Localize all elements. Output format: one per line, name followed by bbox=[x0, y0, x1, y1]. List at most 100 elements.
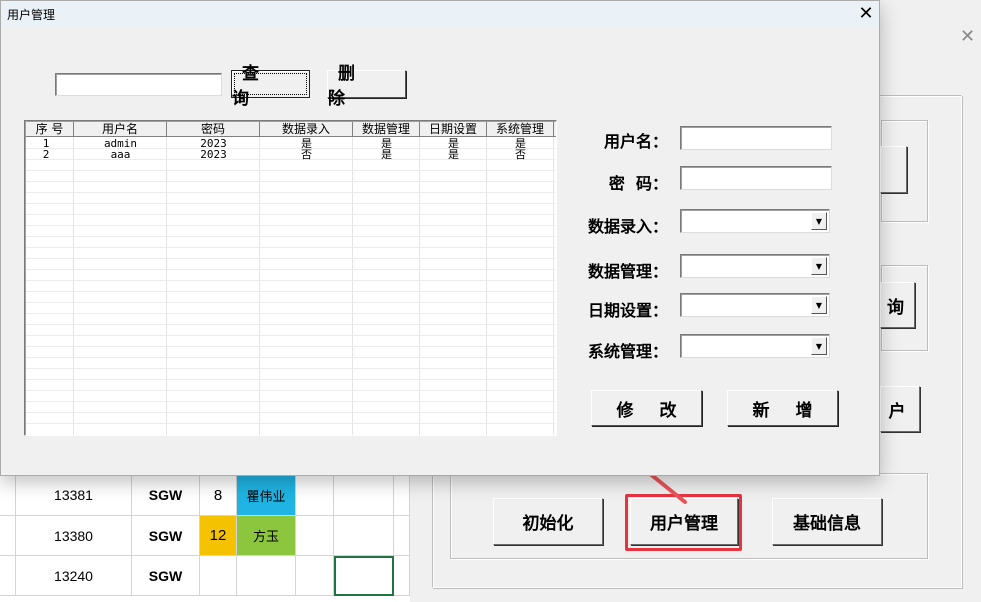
list-row[interactable]: 2 aaa 2023 否 是 是 否 bbox=[26, 149, 556, 160]
column-header[interactable]: 数据管理 bbox=[353, 122, 420, 137]
partial-button-2-label: 询 bbox=[887, 297, 904, 318]
column-header[interactable]: 密码 bbox=[167, 122, 260, 137]
query-button-label: 查 询 bbox=[232, 64, 269, 109]
sheet-cell-id[interactable]: 13240 bbox=[16, 556, 132, 596]
sheet-cell-num[interactable]: 8 bbox=[200, 475, 237, 516]
data-entry-select[interactable]: ▼ bbox=[680, 209, 830, 233]
query-button[interactable]: 查 询 bbox=[231, 64, 310, 109]
sheet-cell-code[interactable]: SGW bbox=[132, 556, 200, 596]
grid-line bbox=[26, 236, 556, 237]
grid-line bbox=[26, 390, 556, 391]
system-management-select[interactable]: ▼ bbox=[680, 334, 830, 358]
grid-line bbox=[26, 214, 556, 215]
column-header[interactable]: 用户名 bbox=[74, 122, 167, 137]
search-input[interactable] bbox=[55, 73, 222, 96]
data-entry-label: 数据录入： bbox=[588, 217, 669, 236]
chevron-down-icon[interactable]: ▼ bbox=[811, 296, 827, 314]
title-bar: 用户管理 ✕ bbox=[1, 1, 879, 27]
username-field[interactable] bbox=[680, 126, 832, 150]
modify-button[interactable]: 修 改 bbox=[591, 390, 702, 426]
list-cell-data-mgmt: 是 bbox=[381, 149, 392, 160]
partial-button-1[interactable] bbox=[880, 146, 907, 193]
partial-button-2[interactable]: 询 bbox=[880, 282, 915, 328]
username-label: 用户名： bbox=[603, 132, 668, 151]
list-cell-data-mgmt: 是 bbox=[381, 138, 392, 149]
sheet-cell[interactable] bbox=[0, 475, 16, 516]
list-cell-password: 2023 bbox=[200, 149, 227, 160]
sheet-cell[interactable] bbox=[296, 516, 334, 556]
date-setting-select[interactable]: ▼ bbox=[680, 293, 830, 317]
sheet-cell-code[interactable]: SGW bbox=[132, 516, 200, 556]
basic-info-button[interactable]: 基础信息 bbox=[772, 498, 882, 545]
grid-line bbox=[26, 291, 556, 292]
grid-line bbox=[26, 379, 556, 380]
sheet-cell-code[interactable]: SGW bbox=[132, 475, 200, 516]
sheet-selected-cell[interactable] bbox=[334, 556, 394, 596]
list-cell-data-entry: 是 bbox=[301, 138, 312, 149]
sheet-cell-name[interactable] bbox=[237, 556, 296, 596]
grid-line bbox=[26, 401, 556, 402]
column-header-filler bbox=[554, 122, 556, 137]
column-header[interactable]: 序 号 bbox=[26, 122, 74, 137]
sheet-cell[interactable] bbox=[394, 475, 410, 516]
column-header[interactable]: 数据录入 bbox=[260, 122, 353, 137]
list-cell-index: 1 bbox=[42, 138, 50, 149]
list-cell-system-mgmt: 否 bbox=[515, 149, 526, 160]
grid-line bbox=[26, 247, 556, 248]
user-list[interactable]: 序 号 用户名 密码 数据录入 数据管理 日期设置 系统管理 1 admin 2… bbox=[24, 120, 557, 436]
add-button-label: 新 增 bbox=[752, 400, 823, 421]
list-cell-date-setting: 是 bbox=[448, 149, 459, 160]
date-setting-label: 日期设置： bbox=[588, 301, 669, 320]
grid-line bbox=[26, 170, 556, 171]
list-cell-username: admin bbox=[103, 138, 138, 149]
basic-info-button-label: 基础信息 bbox=[793, 514, 861, 534]
list-cell-password: 2023 bbox=[200, 138, 227, 149]
sheet-cell-id[interactable]: 13380 bbox=[16, 516, 132, 556]
grid-line bbox=[26, 269, 556, 270]
sheet-cell[interactable] bbox=[394, 516, 410, 556]
spreadsheet: 13381 SGW 8 瞿伟业 13380 SGW 12 方玉 13240 SG… bbox=[0, 475, 410, 602]
sheet-cell[interactable] bbox=[334, 475, 394, 516]
list-row[interactable]: 1 admin 2023 是 是 是 是 bbox=[26, 138, 556, 149]
password-field[interactable] bbox=[680, 166, 832, 190]
sheet-cell-id[interactable]: 13381 bbox=[16, 475, 132, 516]
sheet-cell[interactable] bbox=[394, 556, 410, 596]
grid-line bbox=[26, 324, 556, 325]
grid-line bbox=[26, 335, 556, 336]
data-management-select[interactable]: ▼ bbox=[680, 254, 830, 278]
chevron-down-icon[interactable]: ▼ bbox=[811, 257, 827, 275]
system-management-label: 系统管理： bbox=[588, 342, 669, 361]
chevron-down-icon[interactable]: ▼ bbox=[811, 337, 827, 355]
column-header[interactable]: 系统管理 bbox=[487, 122, 554, 137]
sheet-cell[interactable] bbox=[0, 556, 16, 596]
close-icon[interactable]: ✕ bbox=[857, 3, 875, 24]
user-management-dialog: 用户管理 ✕ 查 询 删 除 序 号 用户名 密码 数据录入 数据管理 日期设置… bbox=[0, 0, 880, 476]
sheet-cell[interactable] bbox=[334, 516, 394, 556]
list-cell-date-setting: 是 bbox=[448, 138, 459, 149]
grid-line bbox=[26, 313, 556, 314]
data-management-label: 数据管理： bbox=[588, 262, 669, 281]
grid-line bbox=[26, 368, 556, 369]
password-label: 密 码： bbox=[608, 174, 668, 193]
grid-line bbox=[26, 357, 556, 358]
grid-line bbox=[26, 258, 556, 259]
grid-line bbox=[26, 346, 556, 347]
delete-button[interactable]: 删 除 bbox=[327, 64, 406, 109]
delete-button-label: 删 除 bbox=[328, 64, 365, 109]
sheet-cell-num[interactable]: 12 bbox=[200, 516, 237, 556]
grid-line bbox=[26, 225, 556, 226]
background-close-icon[interactable]: ✕ bbox=[960, 26, 975, 47]
sheet-cell[interactable] bbox=[296, 475, 334, 516]
sheet-cell-num[interactable] bbox=[200, 556, 237, 596]
chevron-down-icon[interactable]: ▼ bbox=[811, 212, 827, 230]
sheet-cell-name[interactable]: 瞿伟业 bbox=[237, 475, 296, 516]
add-button[interactable]: 新 增 bbox=[727, 390, 838, 426]
partial-button-3[interactable]: 户 bbox=[880, 386, 920, 432]
column-header[interactable]: 日期设置 bbox=[420, 122, 487, 137]
sheet-cell-name[interactable]: 方玉 bbox=[237, 516, 296, 556]
sheet-cell[interactable] bbox=[0, 516, 16, 556]
list-cell-username: aaa bbox=[110, 149, 131, 160]
grid-line bbox=[26, 181, 556, 182]
list-cell-index: 2 bbox=[42, 149, 50, 160]
sheet-cell[interactable] bbox=[296, 556, 334, 596]
